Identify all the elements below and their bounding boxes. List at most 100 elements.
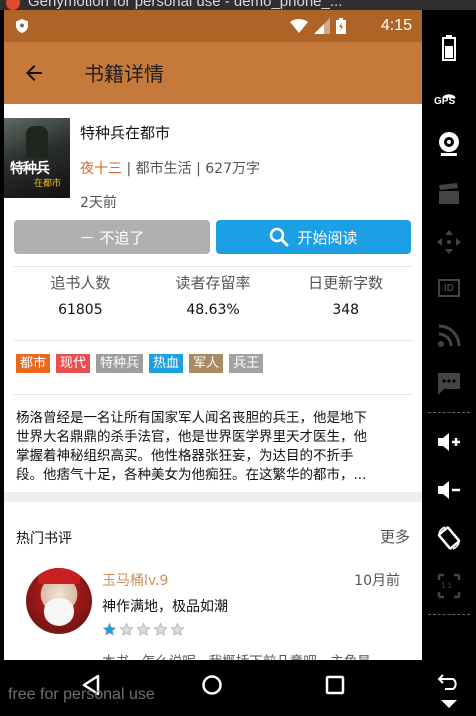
wifi-icon <box>290 19 308 33</box>
book-meta: 夜十三 | 都市生活 | 627万字 <box>80 158 260 178</box>
reviews-heading: 热门书评 <box>16 531 72 547</box>
stat-value: 48.63% <box>186 302 240 318</box>
battery-icon <box>336 18 346 34</box>
stat-label: 追书人数 <box>50 274 111 292</box>
sms-button[interactable] <box>422 364 476 404</box>
star-filled-icon <box>102 622 117 636</box>
gps-widget-button[interactable] <box>422 74 476 114</box>
divider <box>428 412 470 413</box>
book-cover[interactable]: 特种兵 在都市 <box>4 118 70 198</box>
back-arrow-icon[interactable] <box>22 61 46 85</box>
stats-row: 追书人数 61805 读者存留率 48.63% 日更新字数 348 <box>14 272 412 318</box>
id-icon: ID <box>438 279 460 297</box>
intro-line: 杨洛曾经是一名让所有国家军人闻名丧胆的兵王，他是地下 <box>16 410 367 426</box>
intro-line: 掌握着神秘组织高买。他性格器张狂妄，为达目的不折手 <box>16 448 354 464</box>
device-id-button[interactable]: ID <box>422 268 476 308</box>
tag[interactable]: 都市 <box>16 354 51 373</box>
emulator-back-button[interactable] <box>422 662 476 702</box>
webcam-icon <box>439 132 459 156</box>
unfollow-button[interactable]: － 不追了 <box>14 220 210 254</box>
stat-value: 348 <box>332 302 360 318</box>
volume-down-button[interactable] <box>422 470 476 510</box>
app-toolbar: 书籍详情 <box>4 42 422 104</box>
move-icon <box>437 230 461 254</box>
tag[interactable]: 现代 <box>56 354 91 373</box>
return-icon <box>437 674 457 690</box>
genymotion-logo-icon <box>6 0 20 10</box>
cover-subtitle: 在都市 <box>34 179 62 189</box>
shield-icon <box>16 19 28 33</box>
cover-figure <box>26 126 48 158</box>
cover-title: 特种兵 <box>10 161 50 177</box>
volume-up-icon <box>438 433 460 451</box>
tag[interactable]: 兵王 <box>229 354 264 373</box>
book-category: 都市生活 <box>135 161 192 177</box>
reviews-more-link[interactable]: 更多 <box>380 526 410 547</box>
meta-separator: | <box>196 161 206 177</box>
divider <box>428 614 470 615</box>
divider <box>14 340 412 341</box>
clapperboard-icon <box>439 183 459 204</box>
search-icon <box>270 227 289 247</box>
section-separator <box>4 492 422 502</box>
review-title[interactable]: 神作满地，极品如潮 <box>102 596 228 616</box>
dpad-button[interactable] <box>422 222 476 262</box>
star-empty-icon <box>119 622 134 636</box>
page-title: 书籍详情 <box>84 62 164 86</box>
rating-stars <box>102 622 185 637</box>
volume-up-button[interactable] <box>422 422 476 462</box>
nav-recents-icon[interactable] <box>324 674 346 696</box>
star-empty-icon <box>136 622 151 636</box>
scale-label: 1:1 <box>441 581 453 590</box>
device-screen: 4:15 书籍详情 特种兵 在都市 特种兵在都市 夜十三 | 都市生活 | 62… <box>4 10 422 712</box>
message-icon <box>438 373 460 395</box>
status-bar: 4:15 <box>4 10 422 42</box>
reviewer-name[interactable]: 玉马桶lv.9 <box>102 570 168 590</box>
emulator-toolbar: GPS ID 1:1 <box>422 10 476 716</box>
avatar[interactable] <box>26 568 92 634</box>
divider <box>14 266 412 267</box>
watermark: free for personal use <box>8 686 155 703</box>
meta-separator: | <box>126 161 136 177</box>
battery-widget-icon <box>442 35 456 61</box>
book-detail-content[interactable]: 特种兵 在都市 特种兵在都市 夜十三 | 都市生活 | 627万字 2天前 － … <box>4 104 422 660</box>
volume-down-icon <box>438 481 460 499</box>
nav-home-icon[interactable] <box>201 674 223 696</box>
signal-icon <box>314 18 330 34</box>
divider <box>14 394 412 395</box>
clock: 4:15 <box>380 17 412 34</box>
author-link[interactable]: 夜十三 <box>80 161 122 177</box>
star-empty-icon <box>153 622 168 636</box>
rotate-icon <box>437 526 461 550</box>
rss-icon <box>438 324 461 347</box>
tag[interactable]: 特种兵 <box>96 354 144 373</box>
screencast-button[interactable] <box>422 174 476 214</box>
expand-down-icon[interactable] <box>441 700 457 708</box>
tag[interactable]: 军人 <box>189 354 224 373</box>
start-reading-button[interactable]: 开始阅读 <box>216 220 411 254</box>
tag[interactable]: 热血 <box>149 354 184 373</box>
stat-daily-words: 日更新字数 348 <box>279 272 412 318</box>
tag-list: 都市 现代 特种兵 热血 军人 兵王 <box>16 354 264 373</box>
gps-label: GPS <box>434 96 456 107</box>
network-button[interactable] <box>422 316 476 356</box>
star-empty-icon <box>170 622 185 636</box>
book-intro[interactable]: 杨洛曾经是一名让所有国家军人闻名丧胆的兵王，他是地下 世界大名鼎鼎的杀手法官，他… <box>16 409 414 485</box>
window-title-bar: Genymotion for personal use - demo_phone… <box>0 0 476 10</box>
avatar-beard <box>44 598 74 626</box>
stat-retention: 读者存留率 48.63% <box>147 272 280 318</box>
stat-value: 61805 <box>58 302 103 318</box>
intro-line: 世界大名鼎鼎的杀手法官，他是世界医学界里天才医生，他 <box>16 429 367 445</box>
battery-widget-button[interactable] <box>422 28 476 68</box>
rotate-button[interactable] <box>422 518 476 558</box>
stat-label: 读者存留率 <box>175 274 251 292</box>
word-count: 627万字 <box>205 161 260 177</box>
start-reading-label: 开始阅读 <box>297 228 358 247</box>
book-title: 特种兵在都市 <box>80 124 171 142</box>
camera-widget-button[interactable] <box>422 124 476 164</box>
stat-followers: 追书人数 61805 <box>14 272 147 318</box>
review-excerpt[interactable]: 本书...怎么说呢...我概括下前几章吧。主角是 <box>102 650 371 660</box>
intro-line: 段。他痞气十足，各种美女为他痴狂。在这繁华的都市，... <box>16 467 367 483</box>
review-date: 10月前 <box>354 573 400 589</box>
avatar-hat <box>38 568 80 584</box>
